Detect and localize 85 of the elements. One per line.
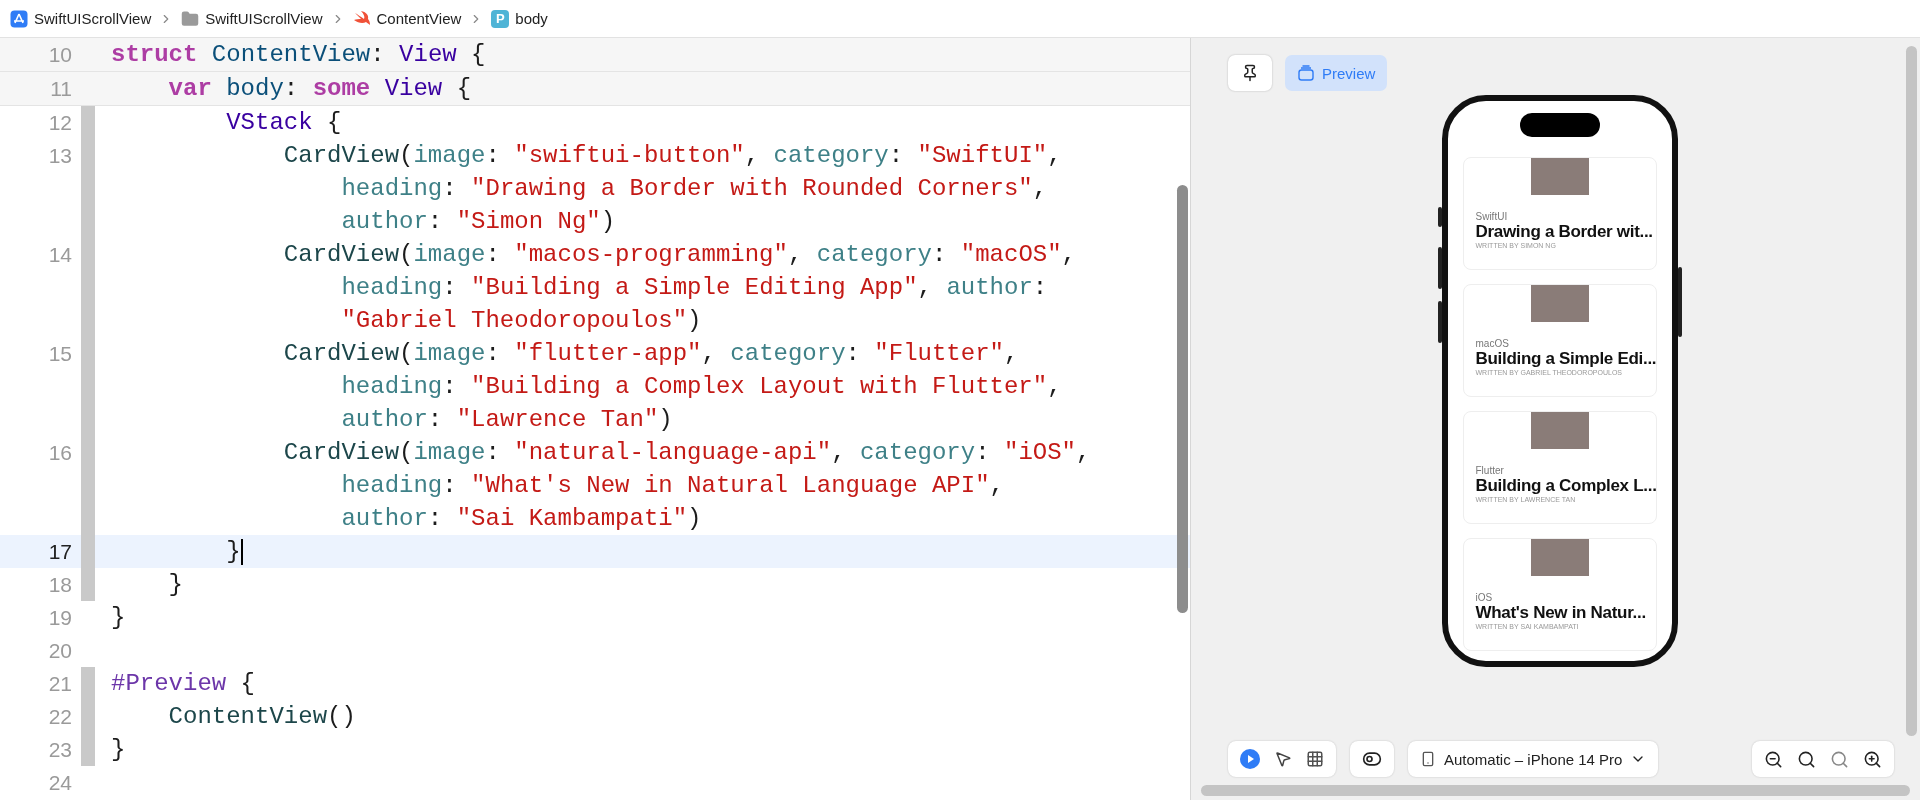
code-line: CardView(image: "flutter-app", category: "Flutter", [282, 339, 1019, 369]
code-line: author: "Sai Kambampati") [340, 504, 702, 534]
grid-icon [1306, 750, 1324, 768]
breadcrumb-item[interactable]: body [515, 10, 548, 27]
code-line: heading: "Building a Complex Layout with Flutter", [340, 372, 1062, 402]
code-line: heading: "What's New in Natural Language API", [340, 471, 1004, 501]
pointer-button[interactable] [1274, 750, 1292, 768]
code-line: heading: "Building a Simple Editing App", author: [340, 273, 1048, 303]
breadcrumb-item[interactable]: ContentView [376, 10, 462, 27]
line-number: 10 [47, 42, 72, 67]
code-line: CardView(image: "swiftui-button", category: "SwiftUI", [282, 141, 1062, 171]
photo-placeholder [1530, 285, 1589, 322]
code-line: var body: some View { [167, 74, 472, 104]
line-number: 17 [47, 539, 72, 564]
card-heading: What's New in Natur... [1475, 603, 1646, 623]
code-line: } [111, 603, 126, 633]
line-number: 11 [49, 76, 72, 101]
folder-icon [181, 9, 200, 28]
zoom-out-button[interactable] [1764, 749, 1783, 769]
code-line: } [225, 537, 243, 567]
app-icon [10, 9, 28, 28]
fold-ribbon [81, 733, 95, 766]
fold-ribbon [81, 106, 95, 139]
code-line: } [167, 570, 183, 600]
card-heading: Building a Simple Edi... [1475, 349, 1657, 369]
line-number: 20 [47, 638, 72, 663]
line-number: 21 [47, 671, 72, 696]
photo-placeholder [1530, 539, 1589, 576]
line-number: 13 [47, 143, 72, 168]
card-category: iOS [1475, 592, 1493, 603]
property-badge: P [491, 9, 510, 28]
magnifier-icon [1797, 749, 1816, 769]
code-line: VStack { [225, 108, 342, 138]
scrollbar[interactable] [1177, 185, 1188, 613]
toggle-icon [1362, 749, 1382, 769]
code-line: struct ContentView: View { [111, 40, 486, 70]
line-number: 15 [47, 341, 72, 366]
code-line: author: "Simon Ng") [340, 207, 616, 237]
zoom-in-icon [1863, 749, 1882, 769]
fold-ribbon [81, 568, 95, 601]
zoom-in-button[interactable] [1863, 749, 1882, 769]
line-number: 12 [47, 110, 72, 135]
card-category: SwiftUI [1475, 211, 1508, 222]
pin-icon [1241, 64, 1259, 82]
line-number: 19 [47, 605, 72, 630]
zoom-fit-button[interactable] [1830, 749, 1849, 769]
magnifier-icon [1830, 749, 1849, 769]
toggle-settings-button[interactable] [1362, 749, 1382, 769]
play-button[interactable] [1240, 749, 1260, 769]
line-number: 23 [47, 737, 72, 762]
card-category: macOS [1475, 338, 1509, 349]
code-line: #Preview { [111, 669, 256, 699]
stacked-rectangle-icon [1297, 64, 1315, 82]
swift-bird-icon [352, 10, 371, 27]
code-line: ContentView() [167, 702, 356, 732]
line-number: 18 [47, 572, 72, 597]
zoom-actual-size-button[interactable] [1797, 749, 1816, 769]
play-icon [1240, 749, 1260, 769]
breadcrumb-item[interactable]: SwiftUIScrollView [205, 10, 323, 27]
card-category: Flutter [1475, 465, 1504, 476]
code-line: "Gabriel Theodoropoulos") [340, 306, 702, 336]
zoom-out-icon [1764, 749, 1783, 769]
fold-ribbon [81, 667, 95, 700]
code-line: CardView(image: "macos-programming", category: "macOS", [282, 240, 1076, 270]
scrollbar[interactable] [1906, 46, 1917, 736]
text-cursor [240, 538, 243, 565]
breadcrumb-item[interactable]: SwiftUIScrollView [34, 10, 152, 27]
code-line: author: "Lawrence Tan") [340, 405, 673, 435]
code-line: CardView(image: "natural-language-api", category: "iOS", [282, 438, 1091, 468]
photo-placeholder [1530, 158, 1589, 195]
line-number: 16 [47, 440, 72, 465]
line-number: 22 [47, 704, 72, 729]
phone-icon [1420, 751, 1436, 767]
grid-button[interactable] [1306, 750, 1324, 768]
photo-placeholder [1530, 412, 1589, 449]
pointer-icon [1274, 750, 1292, 768]
pin-button[interactable] [1228, 55, 1272, 91]
line-number: 24 [47, 770, 72, 795]
scrollbar[interactable] [1201, 785, 1910, 796]
code-line: heading: "Drawing a Border with Rounded Corners", [340, 174, 1048, 204]
line-number: 14 [47, 242, 72, 267]
code-line: } [111, 735, 126, 765]
card-heading: Building a Complex L... [1475, 476, 1657, 496]
card-heading: Drawing a Border wit... [1475, 222, 1653, 242]
device-menu[interactable]: Automatic – iPhone 14 Pro [1408, 741, 1659, 777]
